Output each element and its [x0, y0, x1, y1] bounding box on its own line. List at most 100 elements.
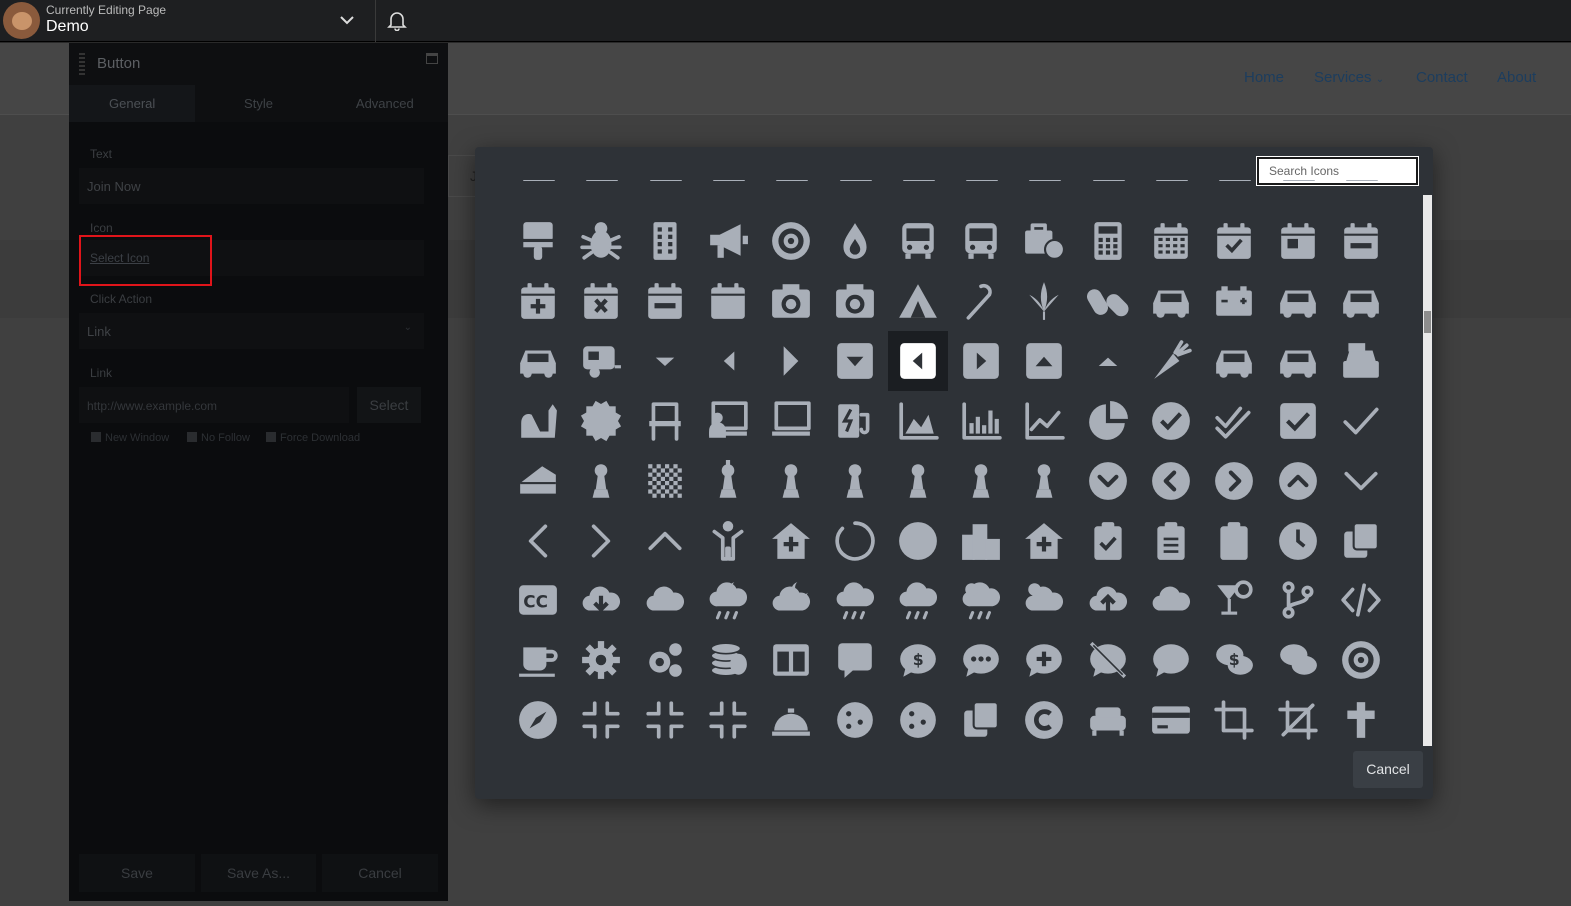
bullseye-icon[interactable]	[761, 211, 821, 271]
clock-icon[interactable]	[1268, 511, 1328, 571]
caret-down-icon[interactable]	[635, 331, 695, 391]
chevron-circle-down-icon[interactable]	[1078, 451, 1138, 511]
cart-arrow-down-icon[interactable]	[1204, 331, 1264, 391]
nav-about[interactable]: About	[1497, 69, 1536, 86]
cloud-moon-icon[interactable]	[761, 570, 821, 630]
car-alt-icon[interactable]	[511, 331, 568, 391]
circle-icon[interactable]	[888, 511, 948, 571]
chart-pie-icon[interactable]	[1078, 391, 1138, 451]
bullhorn-icon[interactable]	[698, 211, 758, 271]
charging-station-icon[interactable]	[825, 391, 885, 451]
chess-king-icon[interactable]	[698, 451, 758, 511]
chalkboard-icon[interactable]	[761, 391, 821, 451]
caret-right-icon[interactable]	[761, 331, 821, 391]
save-button[interactable]: Save	[79, 854, 195, 892]
chess-rook-icon[interactable]	[951, 451, 1011, 511]
caret-up-icon[interactable]	[1078, 331, 1138, 391]
coins-icon[interactable]	[698, 630, 758, 690]
cloud-sun-rain-icon[interactable]	[951, 570, 1011, 630]
calendar-minus-icon[interactable]	[1331, 211, 1391, 271]
nav-home[interactable]: Home	[1244, 69, 1284, 86]
caravan-icon[interactable]	[571, 331, 631, 391]
code-icon[interactable]	[1331, 570, 1391, 630]
force-download-checkbox[interactable]: Force Download	[266, 432, 360, 444]
camera-retro-icon[interactable]	[761, 271, 821, 331]
check-square-icon[interactable]	[1268, 391, 1328, 451]
chart-line-icon[interactable]	[1014, 391, 1074, 451]
chalkboard-teacher-icon[interactable]	[698, 391, 758, 451]
cloud-showers-heavy-icon[interactable]	[888, 570, 948, 630]
comments-icon[interactable]	[1268, 630, 1328, 690]
copyright-icon[interactable]	[1014, 690, 1074, 746]
bus-icon[interactable]	[888, 211, 948, 271]
calendar-blank-icon[interactable]	[698, 271, 758, 331]
chess-knight-icon[interactable]	[761, 451, 821, 511]
cash-register-icon[interactable]	[1331, 331, 1391, 391]
check-icon[interactable]	[1331, 391, 1391, 451]
click-action-select[interactable]: Link ⌄	[79, 313, 424, 349]
child-icon[interactable]	[698, 511, 758, 571]
calculator-icon[interactable]	[1078, 211, 1138, 271]
calendar-day-icon[interactable]	[1268, 211, 1328, 271]
tab-general[interactable]: General	[69, 85, 196, 122]
circle-notch-icon[interactable]	[825, 511, 885, 571]
calendar-icon[interactable]	[1141, 211, 1201, 271]
concierge-bell-icon[interactable]	[761, 690, 821, 746]
chevron-down-icon[interactable]	[338, 9, 356, 31]
bug-icon[interactable]	[571, 211, 631, 271]
camera-icon[interactable]	[825, 271, 885, 331]
caret-square-up-icon[interactable]	[1014, 331, 1074, 391]
cogs-icon[interactable]	[635, 630, 695, 690]
coffee-icon[interactable]	[511, 630, 568, 690]
cannabis-icon[interactable]	[1014, 271, 1074, 331]
capsules-icon[interactable]	[1078, 271, 1138, 331]
carrot-icon[interactable]	[1141, 331, 1201, 391]
car-battery-icon[interactable]	[1204, 271, 1264, 331]
calendar-times-icon[interactable]	[571, 271, 631, 331]
cheese-icon[interactable]	[511, 451, 568, 511]
candy-cane-icon[interactable]	[951, 271, 1011, 331]
clipboard-icon[interactable]	[1204, 511, 1264, 571]
car-crash-icon[interactable]	[1268, 271, 1328, 331]
cat-icon[interactable]	[511, 391, 568, 451]
cloud-upload-icon[interactable]	[1078, 570, 1138, 630]
cloud-moon-rain-icon[interactable]	[698, 570, 758, 630]
clone-icon[interactable]	[1331, 511, 1391, 571]
compress-arrows-icon[interactable]	[635, 690, 695, 746]
certificate-icon[interactable]	[571, 391, 631, 451]
new-window-checkbox[interactable]: New Window	[91, 432, 169, 444]
tab-advanced[interactable]: Advanced	[322, 85, 448, 122]
save-as-button[interactable]: Save As...	[201, 854, 316, 892]
church-icon[interactable]	[761, 511, 821, 571]
city-icon[interactable]	[951, 511, 1011, 571]
copy-icon[interactable]	[951, 690, 1011, 746]
chess-queen-icon[interactable]	[888, 451, 948, 511]
cookie-icon[interactable]	[888, 690, 948, 746]
caret-left-icon[interactable]	[698, 331, 758, 391]
comment-slash-icon[interactable]	[1078, 630, 1138, 690]
cloud-download-icon[interactable]	[571, 570, 631, 630]
caret-square-down-icon[interactable]	[825, 331, 885, 391]
no-follow-checkbox[interactable]: No Follow	[187, 432, 250, 444]
scrollbar[interactable]	[1423, 195, 1432, 746]
nav-contact[interactable]: Contact	[1416, 69, 1468, 86]
comment-dollar-icon[interactable]: $	[888, 630, 948, 690]
text-field[interactable]: Join Now	[79, 168, 424, 204]
brush-icon[interactable]	[511, 211, 568, 271]
chevron-left-icon[interactable]	[511, 511, 568, 571]
closed-captioning-icon[interactable]: CC	[511, 570, 568, 630]
check-circle-icon[interactable]	[1141, 391, 1201, 451]
cocktail-icon[interactable]	[1204, 570, 1264, 630]
car-icon[interactable]	[1141, 271, 1201, 331]
chevron-down-icon[interactable]	[1331, 451, 1391, 511]
cloud-rain-icon[interactable]	[825, 570, 885, 630]
comment-dots-icon[interactable]	[951, 630, 1011, 690]
calendar-check-icon[interactable]	[1204, 211, 1264, 271]
chair-icon[interactable]	[635, 391, 695, 451]
code-branch-icon[interactable]	[1268, 570, 1328, 630]
caret-square-right-icon[interactable]	[951, 331, 1011, 391]
cancel-button[interactable]: Cancel	[322, 854, 438, 892]
cloud-meatball-icon[interactable]	[635, 570, 695, 630]
comment-medical-icon[interactable]	[1014, 630, 1074, 690]
chevron-right-icon[interactable]	[571, 511, 631, 571]
